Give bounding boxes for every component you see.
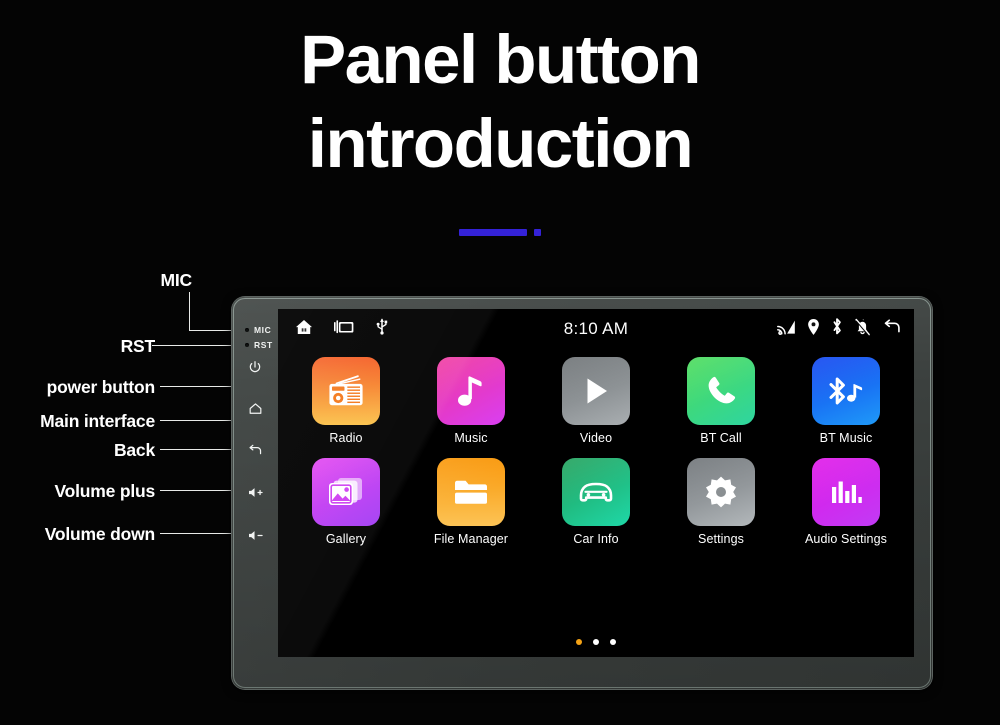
location-pin-icon[interactable] bbox=[807, 318, 820, 341]
app-tile-video[interactable] bbox=[562, 357, 630, 425]
annotation-label-main-interface: Main interface bbox=[40, 411, 155, 431]
volume-down-icon bbox=[248, 530, 263, 540]
back-arrow-icon bbox=[249, 444, 262, 454]
volume-down-button[interactable] bbox=[232, 525, 278, 545]
app-tile-settings[interactable] bbox=[687, 458, 755, 526]
app-tile-file-manager[interactable] bbox=[437, 458, 505, 526]
page-dot-3[interactable] bbox=[610, 639, 616, 645]
app-tile-music[interactable] bbox=[437, 357, 505, 425]
bluetooth-music-icon bbox=[829, 377, 863, 405]
car-icon bbox=[579, 482, 613, 502]
page-title-line-2: introduction bbox=[307, 104, 694, 182]
app-tile-gallery[interactable] bbox=[312, 458, 380, 526]
back-arrow-icon[interactable] bbox=[882, 318, 902, 340]
app-bt-music[interactable]: BT Music bbox=[805, 357, 887, 445]
page-title-line-1: Panel button bbox=[300, 21, 701, 98]
app-label-bt-music: BT Music bbox=[819, 431, 873, 445]
app-tile-car-info[interactable] bbox=[562, 458, 630, 526]
mic-port-label: MIC bbox=[254, 325, 272, 335]
app-music[interactable]: Music bbox=[430, 357, 512, 445]
play-icon bbox=[587, 378, 607, 404]
app-label-file-manager: File Manager bbox=[433, 532, 509, 546]
status-bar-system-icons bbox=[777, 317, 902, 341]
app-row: Gallery File Manager Car Info Settings A… bbox=[278, 458, 914, 546]
notifications-off-icon[interactable] bbox=[854, 318, 871, 341]
folder-icon bbox=[455, 480, 487, 504]
page-dot-1[interactable] bbox=[576, 639, 582, 645]
app-label-gallery: Gallery bbox=[325, 532, 367, 546]
cast-icon[interactable] bbox=[777, 319, 796, 340]
app-video[interactable]: Video bbox=[555, 357, 637, 445]
music-note-icon bbox=[458, 376, 482, 406]
volume-up-icon bbox=[248, 487, 263, 497]
app-label-bt-call: BT Call bbox=[700, 431, 742, 445]
app-tile-radio[interactable] bbox=[312, 357, 380, 425]
back-button[interactable] bbox=[232, 440, 278, 460]
reset-port-label: RST bbox=[254, 340, 273, 350]
head-unit-device: MIC RST 8:10 AM Radio Music Video BT Cal… bbox=[232, 297, 932, 689]
annotation-label-back: Back bbox=[113, 440, 155, 460]
app-label-music: Music bbox=[454, 431, 488, 445]
home-button[interactable] bbox=[232, 398, 278, 418]
app-radio[interactable]: Radio bbox=[305, 357, 387, 445]
app-label-car-info: Car Info bbox=[573, 532, 619, 546]
status-bar: 8:10 AM bbox=[278, 309, 914, 349]
gear-icon bbox=[706, 476, 736, 508]
app-audio-settings[interactable]: Audio Settings bbox=[805, 458, 887, 546]
app-bt-call[interactable]: BT Call bbox=[680, 357, 762, 445]
bluetooth-icon[interactable] bbox=[831, 317, 843, 341]
app-file-manager[interactable]: File Manager bbox=[430, 458, 512, 546]
page-dot-2[interactable] bbox=[593, 639, 599, 645]
app-gallery[interactable]: Gallery bbox=[305, 458, 387, 546]
app-label-video: Video bbox=[579, 431, 613, 445]
app-label-radio: Radio bbox=[329, 431, 363, 445]
phone-icon bbox=[708, 376, 736, 404]
page-title: Panel button introduction bbox=[0, 21, 1000, 182]
radio-icon bbox=[329, 375, 363, 406]
accent-dot bbox=[534, 228, 541, 236]
annotation-label-rst: RST bbox=[120, 336, 156, 356]
volume-up-button[interactable] bbox=[232, 482, 278, 502]
app-settings[interactable]: Settings bbox=[680, 458, 762, 546]
page-indicator-dots bbox=[278, 639, 914, 645]
equalizer-icon bbox=[832, 481, 862, 503]
app-label-audio-settings: Audio Settings bbox=[805, 532, 888, 546]
power-icon bbox=[249, 361, 261, 373]
app-row: Radio Music Video BT Call BT Music bbox=[278, 357, 914, 445]
title-accent-rule bbox=[0, 227, 1000, 237]
app-tile-bt-music[interactable] bbox=[812, 357, 880, 425]
touchscreen[interactable]: 8:10 AM Radio Music Video BT Call BT Mus… bbox=[278, 309, 914, 657]
leader-line-mic-vertical bbox=[189, 292, 190, 330]
gallery-icon bbox=[329, 478, 362, 505]
app-tile-bt-call[interactable] bbox=[687, 357, 755, 425]
app-grid: Radio Music Video BT Call BT Music Galle… bbox=[278, 357, 914, 546]
annotation-label-mic: MIC bbox=[160, 270, 193, 290]
app-tile-audio-settings[interactable] bbox=[812, 458, 880, 526]
app-label-settings: Settings bbox=[698, 532, 744, 546]
bezel-button-rail: MIC RST bbox=[232, 297, 278, 689]
accent-bar bbox=[459, 228, 527, 236]
annotation-label-volume-plus: Volume plus bbox=[54, 481, 155, 501]
annotation-label-power-button: power button bbox=[46, 377, 156, 397]
power-button[interactable] bbox=[232, 357, 278, 377]
app-car-info[interactable]: Car Info bbox=[555, 458, 637, 546]
annotation-label-volume-down: Volume down bbox=[44, 524, 155, 544]
home-icon bbox=[249, 402, 261, 414]
